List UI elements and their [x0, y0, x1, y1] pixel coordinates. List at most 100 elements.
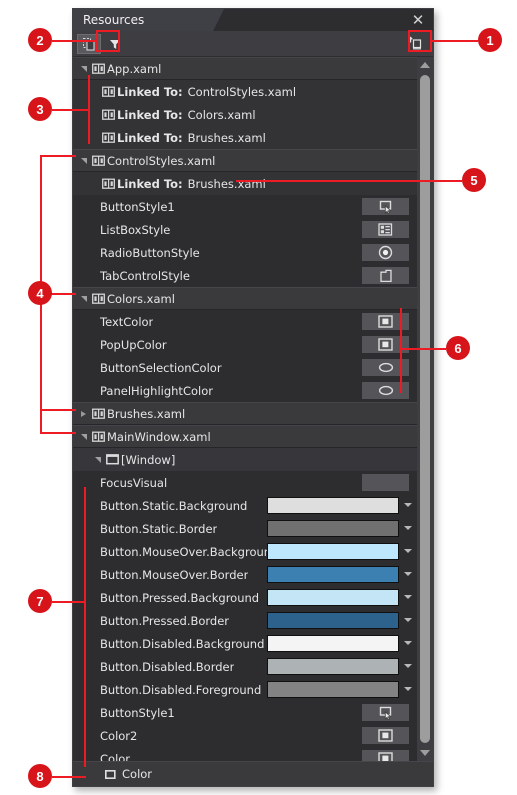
- resource-dictionary-icon: [92, 431, 105, 443]
- tree-row[interactable]: ButtonStyle1: [73, 195, 433, 218]
- chevron-down-icon[interactable]: [404, 549, 412, 553]
- tree-row[interactable]: ButtonSelectionColor: [73, 356, 433, 379]
- tree-row[interactable]: TextColor: [73, 310, 433, 333]
- icon-slot: [104, 454, 121, 465]
- tree-row[interactable]: Color: [73, 747, 433, 761]
- color-swatch[interactable]: [267, 589, 399, 606]
- color-square-icon: [378, 338, 393, 351]
- tree-row[interactable]: Linked To: Brushes.xaml: [73, 126, 433, 149]
- chevron-down-icon[interactable]: [77, 157, 90, 164]
- chevron-down-icon[interactable]: [77, 65, 90, 72]
- scroll-down-icon[interactable]: [417, 745, 433, 761]
- color-swatch[interactable]: [267, 635, 399, 652]
- resource-preview-button[interactable]: [362, 198, 409, 215]
- tree-row[interactable]: Colors.xaml: [73, 287, 433, 310]
- color-swatch[interactable]: [267, 612, 399, 629]
- chevron-down-icon[interactable]: [404, 687, 412, 691]
- callout-1: 1: [478, 28, 502, 52]
- tree-row[interactable]: RadioButtonStyle: [73, 241, 433, 264]
- leader-7: [52, 601, 86, 603]
- color-swatch[interactable]: [267, 543, 399, 560]
- tree-row[interactable]: FocusVisual: [73, 471, 433, 494]
- highlight-filter: [96, 30, 120, 52]
- resource-preview-button[interactable]: [362, 474, 409, 491]
- tree-row[interactable]: Linked To: Colors.xaml: [73, 103, 433, 126]
- tree-row[interactable]: Button.Static.Background: [73, 494, 433, 517]
- color-swatch[interactable]: [267, 566, 399, 583]
- chevron-down-icon[interactable]: [77, 433, 90, 440]
- tree-row-label: TabControlStyle: [100, 268, 190, 283]
- tree-row[interactable]: PopUpColor: [73, 333, 433, 356]
- tree-row[interactable]: TabControlStyle: [73, 264, 433, 287]
- linked-to-label: Linked To:: [117, 84, 183, 99]
- chevron-down-icon[interactable]: [77, 295, 90, 302]
- tree-row[interactable]: Button.Disabled.Foreground: [73, 678, 433, 701]
- tree-row-label: Button.MouseOver.Border: [100, 567, 249, 582]
- callout-2: 2: [28, 28, 52, 52]
- tree-row-label: Colors.xaml: [107, 291, 175, 306]
- tree-row-label: FocusVisual: [100, 475, 168, 490]
- color-square-icon: [378, 729, 393, 742]
- resources-tree[interactable]: App.xaml Linked To: ControlStyles.xaml Link…: [73, 57, 433, 761]
- resource-preview-button[interactable]: [362, 750, 409, 761]
- vertical-scrollbar[interactable]: [417, 57, 433, 761]
- color-swatch[interactable]: [267, 681, 399, 698]
- tree-row-label: ControlStyles.xaml: [107, 153, 216, 168]
- chevron-right-icon[interactable]: [77, 410, 90, 417]
- chevron-down-icon[interactable]: [404, 572, 412, 576]
- scrollbar-thumb[interactable]: [420, 75, 430, 743]
- tree-row[interactable]: Color2: [73, 724, 433, 747]
- tree-row[interactable]: Button.MouseOver.Background: [73, 540, 433, 563]
- resource-preview-button[interactable]: [362, 221, 409, 238]
- button-style-icon: [378, 706, 394, 720]
- close-icon[interactable]: ✕: [409, 11, 427, 29]
- tree-row[interactable]: Linked To: ControlStyles.xaml: [73, 80, 433, 103]
- resource-dictionary-icon: [102, 109, 115, 121]
- color-swatch[interactable]: [267, 497, 399, 514]
- tree-row[interactable]: PanelHighlightColor: [73, 379, 433, 402]
- tree-row[interactable]: App.xaml: [73, 57, 433, 80]
- tree-row[interactable]: Button.Pressed.Background: [73, 586, 433, 609]
- resources-tool-window: Resources ✕ App.xaml Linked To: ControlS…: [72, 8, 434, 787]
- tree-row[interactable]: ListBoxStyle: [73, 218, 433, 241]
- resource-dictionary-icon: [102, 178, 115, 190]
- tab-resources[interactable]: Resources: [73, 9, 224, 31]
- chevron-down-icon[interactable]: [91, 456, 104, 463]
- tree-row[interactable]: Button.Disabled.Background: [73, 632, 433, 655]
- tree-row[interactable]: Brushes.xaml: [73, 402, 433, 425]
- scroll-up-icon[interactable]: [417, 57, 433, 73]
- tree-row[interactable]: MainWindow.xaml: [73, 425, 433, 448]
- chevron-down-icon[interactable]: [404, 641, 412, 645]
- callout-4: 4: [28, 281, 52, 305]
- color-ellipse-icon: [378, 362, 394, 373]
- icon-slot: [100, 178, 117, 190]
- resource-dictionary-icon: [102, 132, 115, 144]
- tree-row[interactable]: Button.Static.Border: [73, 517, 433, 540]
- icon-slot: [100, 132, 117, 144]
- tree-row[interactable]: Button.Disabled.Border: [73, 655, 433, 678]
- color-swatch[interactable]: [267, 658, 399, 675]
- chevron-down-icon[interactable]: [404, 595, 412, 599]
- tree-row-label: ListBoxStyle: [100, 222, 171, 237]
- chevron-down-icon[interactable]: [404, 618, 412, 622]
- tree-row-label: Color2: [100, 728, 138, 743]
- chevron-down-icon[interactable]: [404, 526, 412, 530]
- color-swatch[interactable]: [267, 520, 399, 537]
- chevron-down-icon[interactable]: [404, 664, 412, 668]
- leader-3: [52, 109, 90, 111]
- resource-preview-button[interactable]: [362, 727, 409, 744]
- resource-preview-button[interactable]: [362, 704, 409, 721]
- resource-preview-button[interactable]: [362, 267, 409, 284]
- tree-row[interactable]: [Window]: [73, 448, 433, 471]
- tree-row-label: ButtonStyle1: [100, 705, 175, 720]
- tree-row[interactable]: Button.Pressed.Border: [73, 609, 433, 632]
- tree-row-label: Button.Disabled.Border: [100, 659, 235, 674]
- tree-row[interactable]: ControlStyles.xaml: [73, 149, 433, 172]
- resource-preview-button[interactable]: [362, 244, 409, 261]
- resource-dictionary-icon: [92, 63, 105, 75]
- tree-row[interactable]: Button.MouseOver.Border: [73, 563, 433, 586]
- leader-2: [52, 40, 98, 42]
- tree-row[interactable]: ButtonStyle1: [73, 701, 433, 724]
- tree-row[interactable]: Linked To: Brushes.xaml: [73, 172, 433, 195]
- chevron-down-icon[interactable]: [404, 503, 412, 507]
